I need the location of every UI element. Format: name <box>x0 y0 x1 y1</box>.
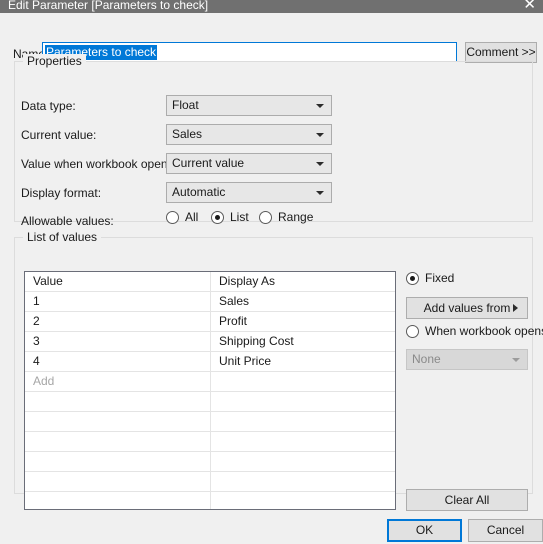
clear-all-button[interactable]: Clear All <box>406 489 528 511</box>
add-values-from-label: Add values from <box>423 301 511 315</box>
comment-button[interactable]: Comment >> <box>465 42 537 63</box>
chevron-down-icon <box>316 132 324 137</box>
display-format-label: Display format: <box>21 186 102 200</box>
workbook-source-value: None <box>412 352 441 366</box>
table-empty-row[interactable] <box>25 432 395 452</box>
cell-display-as: Sales <box>219 294 250 308</box>
cell-value: 1 <box>33 294 40 308</box>
table-empty-row[interactable] <box>25 392 395 412</box>
table-empty-row[interactable] <box>25 472 395 492</box>
allowable-values-label: Allowable values: <box>21 214 114 228</box>
source-radio-fixed[interactable]: Fixed <box>406 271 454 285</box>
allowable-radio-range[interactable]: Range <box>259 210 313 224</box>
radio-checked-icon <box>211 210 224 224</box>
current-value-dropdown[interactable]: Sales <box>166 124 332 145</box>
display-format-value: Automatic <box>172 185 226 199</box>
radio-unchecked-icon <box>166 210 179 224</box>
table-row[interactable]: 2 Profit <box>25 312 395 332</box>
table-header-row: Value Display As <box>25 272 395 292</box>
edit-parameter-dialog: Name: Parameters to check Comment >> Pro… <box>0 13 543 544</box>
properties-legend: Properties <box>23 54 86 68</box>
table-row[interactable]: 3 Shipping Cost <box>25 332 395 352</box>
table-row[interactable]: 4 Unit Price <box>25 352 395 372</box>
cell-value: 3 <box>33 334 40 348</box>
current-value-label: Current value: <box>21 128 97 142</box>
display-format-dropdown[interactable]: Automatic <box>166 182 332 203</box>
chevron-down-icon <box>316 103 324 108</box>
value-on-open-dropdown[interactable]: Current value <box>166 153 332 174</box>
column-header-value: Value <box>33 274 63 288</box>
values-table[interactable]: Value Display As 1 Sales 2 Profit 3 Ship… <box>24 271 396 510</box>
table-empty-row[interactable] <box>25 412 395 432</box>
chevron-right-icon <box>513 304 518 312</box>
add-values-from-button[interactable]: Add values from <box>406 297 528 319</box>
cell-value: 2 <box>33 314 40 328</box>
add-row-placeholder: Add <box>33 374 55 388</box>
radio-unchecked-icon <box>406 324 419 338</box>
cell-display-as: Profit <box>219 314 248 328</box>
data-type-value: Float <box>172 98 199 112</box>
allowable-radio-all[interactable]: All <box>166 210 198 224</box>
table-add-row[interactable]: Add <box>25 372 395 392</box>
list-of-values-legend: List of values <box>23 230 102 244</box>
allowable-radio-list[interactable]: List <box>211 210 249 224</box>
data-type-dropdown[interactable]: Float <box>166 95 332 116</box>
source-radio-fixed-label: Fixed <box>425 271 455 285</box>
ok-button[interactable]: OK <box>387 519 462 542</box>
data-type-label: Data type: <box>21 99 76 113</box>
radio-unchecked-icon <box>259 210 272 224</box>
chevron-down-icon <box>316 161 324 166</box>
title-bar: Edit Parameter [Parameters to check] ✕ <box>0 0 543 13</box>
cancel-button[interactable]: Cancel <box>468 519 543 542</box>
radio-checked-icon <box>406 271 419 285</box>
table-row[interactable]: 1 Sales <box>25 292 395 312</box>
cell-display-as: Shipping Cost <box>219 334 294 348</box>
table-empty-row[interactable] <box>25 452 395 472</box>
source-radio-when-workbook-opens-label: When workbook opens <box>425 324 543 338</box>
allowable-radio-list-label: List <box>230 210 249 224</box>
source-radio-when-workbook-opens[interactable]: When workbook opens <box>406 324 543 338</box>
parameter-name-input[interactable]: Parameters to check <box>42 42 457 62</box>
current-value-value: Sales <box>172 127 203 141</box>
value-on-open-label: Value when workbook opens: <box>21 157 177 171</box>
allowable-radio-range-label: Range <box>278 210 314 224</box>
cell-display-as: Unit Price <box>219 354 272 368</box>
chevron-down-icon <box>316 190 324 195</box>
window-title: Edit Parameter [Parameters to check] <box>8 0 209 12</box>
value-on-open-value: Current value <box>172 156 245 170</box>
chevron-down-icon <box>512 357 520 362</box>
column-header-display-as: Display As <box>219 274 276 288</box>
cell-value: 4 <box>33 354 40 368</box>
workbook-source-dropdown[interactable]: None <box>406 349 528 370</box>
close-icon[interactable]: ✕ <box>523 0 536 12</box>
table-empty-row[interactable] <box>25 492 395 509</box>
allowable-radio-all-label: All <box>185 210 199 224</box>
